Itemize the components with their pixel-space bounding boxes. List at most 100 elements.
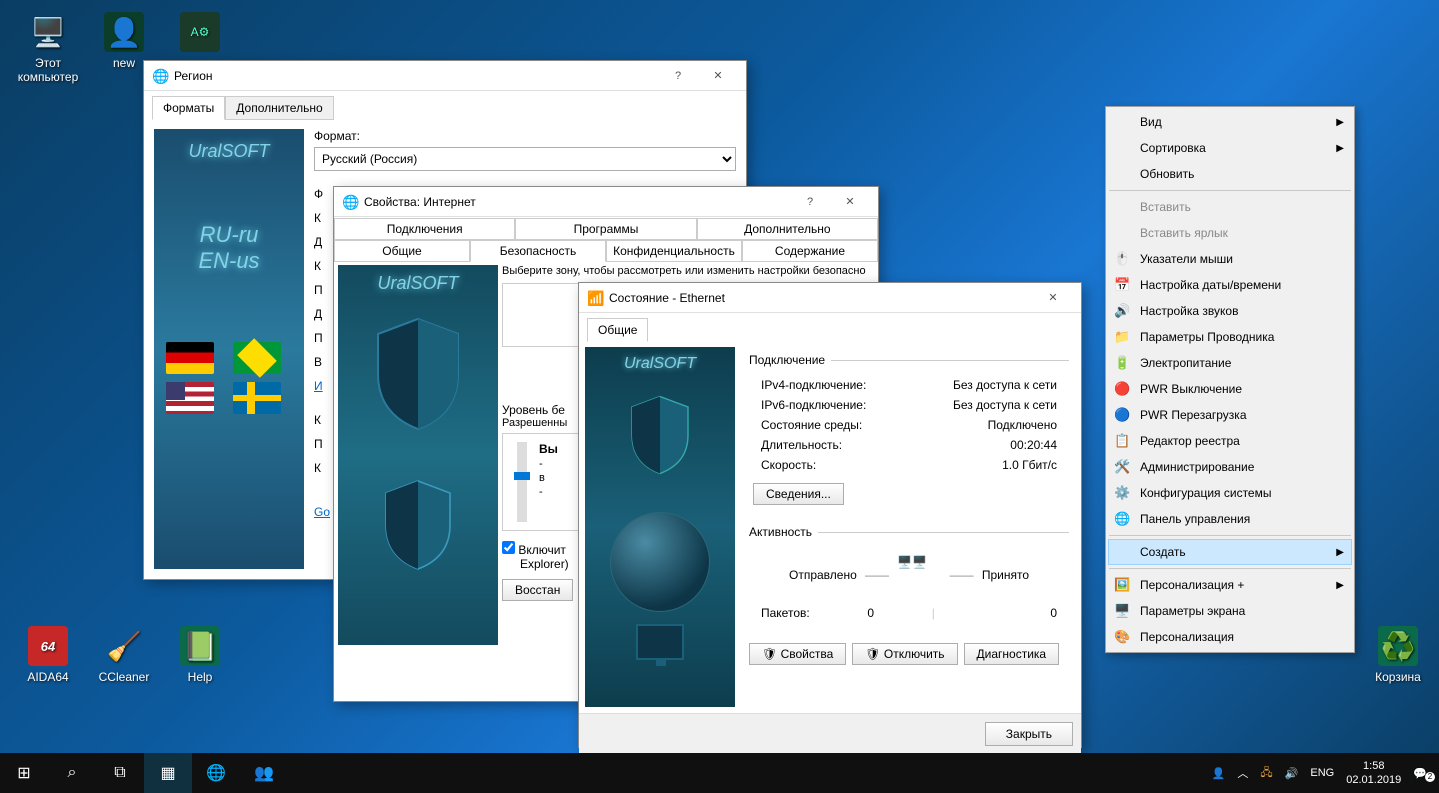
- menu-item-2[interactable]: Обновить: [1108, 161, 1352, 187]
- menu-icon: 📁: [1114, 329, 1134, 345]
- menu-item-7[interactable]: 📅Настройка даты/времени: [1108, 272, 1352, 298]
- menu-icon: 🔋: [1114, 355, 1134, 371]
- tab-privacy[interactable]: Конфиденциальность: [606, 240, 742, 262]
- menu-item-11[interactable]: 🔴PWR Выключение: [1108, 376, 1352, 402]
- shield-icon-2: [378, 477, 458, 573]
- help-button[interactable]: ?: [658, 62, 698, 90]
- properties-button[interactable]: 🛡 Свойства: [749, 643, 846, 665]
- desktop-icon-aida64[interactable]: 64 AIDA64: [12, 626, 84, 684]
- security-slider[interactable]: [517, 442, 527, 522]
- tray-people-icon[interactable]: 👤: [1206, 767, 1232, 780]
- search-button[interactable]: ⌕: [48, 753, 96, 793]
- close-button[interactable]: ✕: [698, 62, 738, 90]
- menu-item-15[interactable]: ⚙️Конфигурация системы: [1108, 480, 1352, 506]
- menu-item-14[interactable]: 🛠️ Администрирование: [1108, 454, 1352, 480]
- menu-item-16[interactable]: 🌐Панель управления: [1108, 506, 1352, 532]
- start-button[interactable]: ⊞: [0, 753, 48, 793]
- tray-volume-icon[interactable]: 🔊: [1279, 767, 1305, 780]
- sidebar-image: UralSOFT: [585, 347, 735, 707]
- menu-item-9[interactable]: 📁 Параметры Проводника: [1108, 324, 1352, 350]
- tray-clock[interactable]: 1:58 02.01.2019: [1340, 759, 1407, 788]
- menu-item-6[interactable]: 🖱️Указатели мыши: [1108, 246, 1352, 272]
- menu-label: Параметры Проводника: [1140, 330, 1344, 344]
- ipv6-value: Без доступа к сети: [953, 398, 1057, 412]
- taskbar-app-3[interactable]: 👥: [240, 753, 288, 793]
- titlebar[interactable]: 🌐 Регион ? ✕: [144, 61, 746, 91]
- ipv4-value: Без доступа к сети: [953, 378, 1057, 392]
- menu-item-22[interactable]: 🎨Персонализация: [1108, 624, 1352, 650]
- protected-mode-checkbox[interactable]: Включит: [502, 543, 566, 557]
- menu-item-12[interactable]: 🔵PWR Перезагрузка: [1108, 402, 1352, 428]
- menu-label: Настройка даты/времени: [1140, 278, 1344, 292]
- tab-advanced[interactable]: Дополнительно: [697, 218, 878, 240]
- internet-icon: 🌐: [342, 194, 358, 210]
- tray-chevron-up-icon[interactable]: ︿: [1231, 765, 1254, 781]
- menu-item-21[interactable]: 🖥️Параметры экрана: [1108, 598, 1352, 624]
- titlebar[interactable]: 📶 Состояние - Ethernet ✕: [579, 283, 1081, 313]
- window-title: Свойства: Интернет: [364, 195, 790, 209]
- menu-label: PWR Перезагрузка: [1140, 408, 1344, 422]
- computer-icon: 🖥️: [28, 12, 68, 52]
- flag-germany: [166, 342, 214, 374]
- media-value: Подключено: [988, 418, 1057, 432]
- tab-general[interactable]: Общие: [587, 318, 648, 342]
- tab-general[interactable]: Общие: [334, 240, 470, 262]
- user-icon: 👤: [104, 12, 144, 52]
- tray-network-icon[interactable]: 🖧: [1254, 764, 1278, 783]
- menu-label: Настройка звуков: [1140, 304, 1344, 318]
- menu-item-8[interactable]: 🔊Настройка звуков: [1108, 298, 1352, 324]
- details-button[interactable]: Сведения...: [753, 483, 844, 505]
- restore-button[interactable]: Восстан: [502, 579, 573, 601]
- diagnostics-button[interactable]: Диагностика: [964, 643, 1060, 665]
- close-button[interactable]: Закрыть: [985, 722, 1073, 746]
- menu-item-20[interactable]: 🖼️Персонализация +▶: [1108, 572, 1352, 598]
- desktop-icon-help[interactable]: 📗 Help: [164, 626, 236, 684]
- monitor-icon: [636, 624, 684, 660]
- task-view-button[interactable]: ⧉: [96, 753, 144, 793]
- menu-icon: 🌐: [1114, 511, 1134, 527]
- recycle-icon: ♻️: [1378, 626, 1418, 666]
- packets-recv: 0: [935, 606, 1057, 620]
- tab-content[interactable]: Содержание: [742, 240, 878, 262]
- taskbar-app-1[interactable]: ▦: [144, 753, 192, 793]
- taskbar-app-2[interactable]: 🌐: [192, 753, 240, 793]
- tray-notifications[interactable]: 💬2: [1407, 767, 1433, 780]
- menu-item-10[interactable]: 🔋 Электропитание: [1108, 350, 1352, 376]
- tab-connections[interactable]: Подключения: [334, 218, 515, 240]
- menu-item-13[interactable]: 📋Редактор реестра: [1108, 428, 1352, 454]
- menu-icon: 🎨: [1114, 629, 1134, 645]
- menu-icon: [1114, 140, 1134, 156]
- help-button[interactable]: ?: [790, 188, 830, 216]
- speed-value: 1.0 Гбит/с: [1002, 458, 1057, 472]
- icon-label: Этот компьютер: [18, 56, 79, 84]
- close-button[interactable]: ✕: [830, 188, 870, 216]
- desktop-icon-app[interactable]: A⚙: [164, 12, 236, 56]
- desktop-icon-recycle[interactable]: ♻️ Корзина: [1362, 626, 1434, 684]
- menu-icon: 📋: [1114, 433, 1134, 449]
- menu-label: Электропитание: [1140, 356, 1344, 370]
- format-label: Формат:: [314, 129, 736, 143]
- menu-label: Вставить ярлык: [1140, 226, 1344, 240]
- icon-label: AIDA64: [27, 670, 68, 684]
- tab-programs[interactable]: Программы: [515, 218, 696, 240]
- help-icon: 📗: [180, 626, 220, 666]
- menu-icon: 🛠️: [1114, 459, 1134, 475]
- ccleaner-icon: 🧹: [104, 626, 144, 666]
- menu-label: Вставить: [1140, 200, 1344, 214]
- icon-label: new: [113, 56, 135, 70]
- menu-label: Администрирование: [1140, 460, 1344, 474]
- titlebar[interactable]: 🌐 Свойства: Интернет ? ✕: [334, 187, 878, 217]
- menu-item-0[interactable]: Вид▶: [1108, 109, 1352, 135]
- format-select[interactable]: Русский (Россия): [314, 147, 736, 171]
- close-button[interactable]: ✕: [1033, 284, 1073, 312]
- menu-item-1[interactable]: Сортировка▶: [1108, 135, 1352, 161]
- desktop-icon-ccleaner[interactable]: 🧹 CCleaner: [88, 626, 160, 684]
- tab-additional[interactable]: Дополнительно: [225, 96, 333, 120]
- menu-item-18[interactable]: Создать▶: [1108, 539, 1352, 565]
- desktop-icon-this-pc[interactable]: 🖥️ Этот компьютер: [12, 12, 84, 84]
- disable-button[interactable]: 🛡 Отключить: [852, 643, 957, 665]
- tab-security[interactable]: Безопасность: [470, 240, 606, 262]
- tray-language[interactable]: ENG: [1304, 767, 1340, 779]
- menu-icon: 🖥️: [1114, 603, 1134, 619]
- tab-formats[interactable]: Форматы: [152, 96, 225, 120]
